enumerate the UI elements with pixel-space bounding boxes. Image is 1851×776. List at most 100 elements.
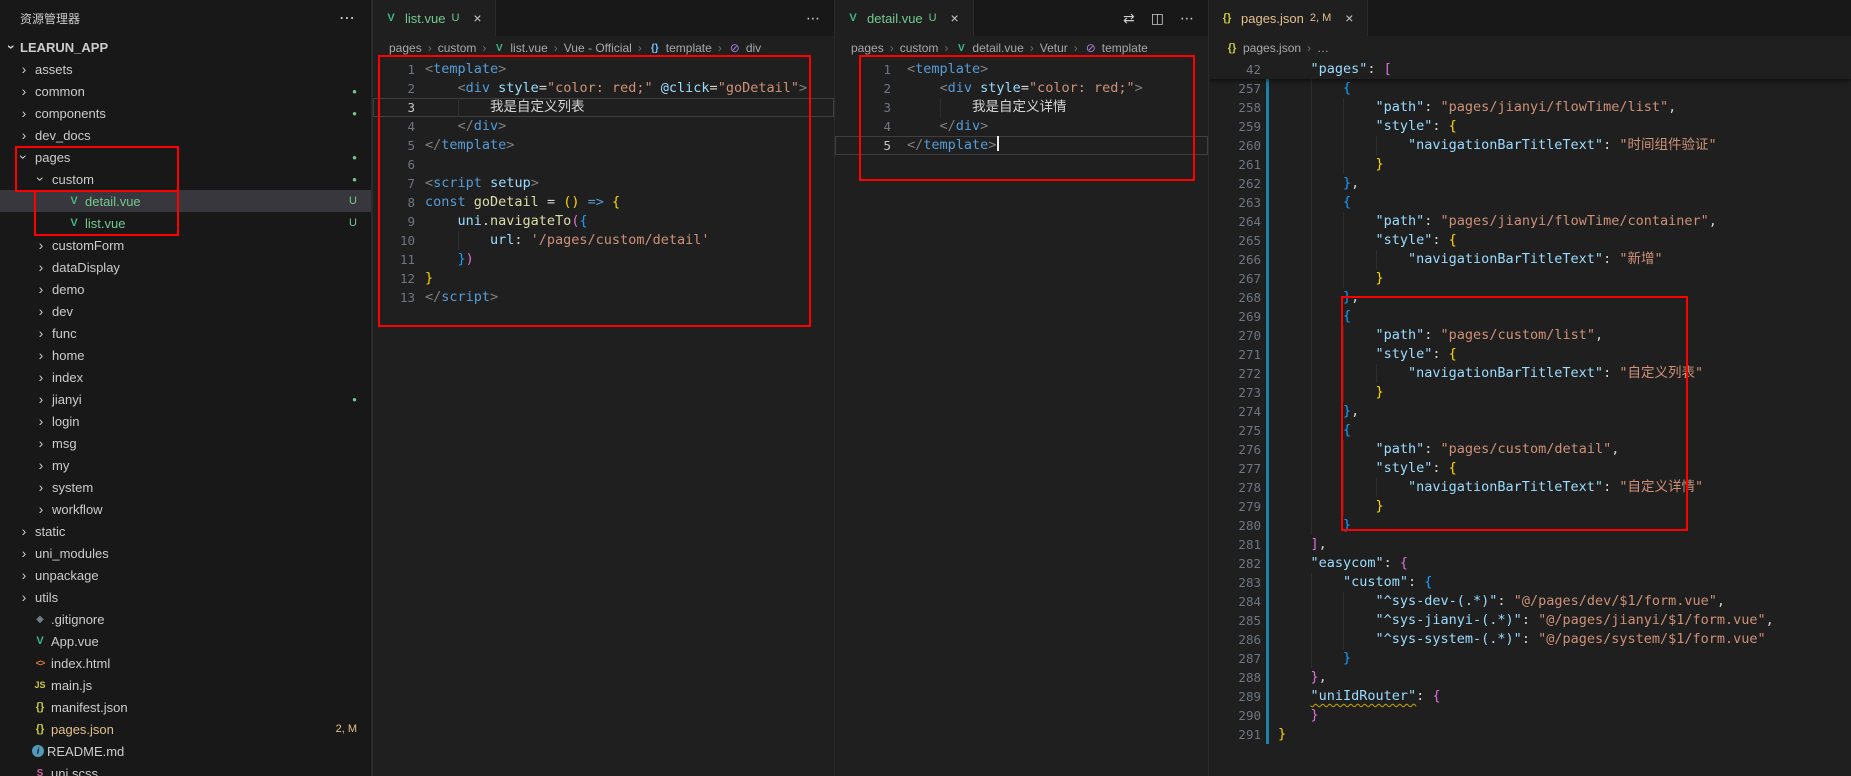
code-area[interactable]: 42"pages": [ 257{258"path": "pages/jiany… [1209, 60, 1851, 776]
code-line[interactable]: 291} [1209, 725, 1851, 744]
tree-file-pages-json[interactable]: {}pages.json2, M [0, 718, 371, 740]
tree-folder-func[interactable]: ›func [0, 322, 371, 344]
tree-folder-system[interactable]: ›system [0, 476, 371, 498]
code-line[interactable]: 275{ [1209, 421, 1851, 440]
breadcrumb-item[interactable]: custom [900, 41, 939, 55]
code-line[interactable]: 263{ [1209, 193, 1851, 212]
project-root-row[interactable]: › LEARUN_APP [0, 36, 371, 58]
code-line[interactable]: 276"path": "pages/custom/detail", [1209, 440, 1851, 459]
tree-file-readme-md[interactable]: iREADME.md [0, 740, 371, 762]
chevron-right-icon[interactable]: › [16, 105, 32, 121]
tree-folder-utils[interactable]: ›utils [0, 586, 371, 608]
tree-folder-assets[interactable]: ›assets [0, 58, 371, 80]
chevron-right-icon[interactable]: › [33, 259, 49, 275]
tree-file-manifest-json[interactable]: {}manifest.json [0, 696, 371, 718]
code-line[interactable]: 4</div> [835, 117, 1208, 136]
code-line[interactable]: 2<div style="color: red;"> [835, 79, 1208, 98]
code-line[interactable]: 270"path": "pages/custom/list", [1209, 326, 1851, 345]
tree-folder-jianyi[interactable]: ›jianyi● [0, 388, 371, 410]
code-line[interactable]: 262}, [1209, 174, 1851, 193]
close-icon[interactable]: × [469, 10, 485, 26]
chevron-right-icon[interactable]: › [33, 457, 49, 473]
code-line[interactable]: 259"style": { [1209, 117, 1851, 136]
tree-folder-msg[interactable]: ›msg [0, 432, 371, 454]
breadcrumb-item[interactable]: Vdetail.vue [954, 41, 1023, 55]
code-line[interactable]: 11}) [373, 250, 834, 269]
chevron-down-icon[interactable]: › [33, 171, 49, 187]
code-line[interactable]: 271"style": { [1209, 345, 1851, 364]
close-icon[interactable]: × [947, 10, 963, 26]
breadcrumb-item[interactable]: custom [438, 41, 477, 55]
tree-folder-components[interactable]: ›components● [0, 102, 371, 124]
tree-folder-dev[interactable]: ›dev [0, 300, 371, 322]
code-line[interactable]: 277"style": { [1209, 459, 1851, 478]
split-editor-icon[interactable]: ◫ [1151, 10, 1164, 27]
code-line[interactable]: 284"^sys-dev-(.*)": "@/pages/dev/$1/form… [1209, 592, 1851, 611]
more-actions-icon[interactable]: ⋯ [1180, 10, 1194, 27]
tree-file-main-js[interactable]: JSmain.js [0, 674, 371, 696]
code-line[interactable]: 279} [1209, 497, 1851, 516]
tree-folder-datadisplay[interactable]: ›dataDisplay [0, 256, 371, 278]
code-line[interactable]: 289"uniIdRouter": { [1209, 687, 1851, 706]
chevron-right-icon[interactable]: › [16, 83, 32, 99]
tree-folder-uni-modules[interactable]: ›uni_modules [0, 542, 371, 564]
chevron-right-icon[interactable]: › [33, 325, 49, 341]
code-line[interactable]: 274}, [1209, 402, 1851, 421]
breadcrumb-item[interactable]: … [1317, 41, 1329, 55]
code-line[interactable]: 281], [1209, 535, 1851, 554]
chevron-right-icon[interactable]: › [16, 61, 32, 77]
tree-folder-my[interactable]: ›my [0, 454, 371, 476]
code-line[interactable]: 273} [1209, 383, 1851, 402]
code-line[interactable]: 3我是自定义详情 [835, 98, 1208, 117]
tab-detail-vue[interactable]: V detail.vue U × [835, 0, 974, 36]
code-line[interactable]: 4</div> [373, 117, 834, 136]
more-actions-icon[interactable]: ⋯ [339, 8, 355, 28]
chevron-right-icon[interactable]: › [33, 237, 49, 253]
code-line[interactable]: 5</template> [835, 136, 1208, 155]
breadcrumb-item[interactable]: ⊘template [1084, 41, 1148, 55]
chevron-right-icon[interactable]: › [33, 479, 49, 495]
more-actions-icon[interactable]: ⋯ [806, 10, 820, 27]
tree-file-gitignore[interactable]: ◆.gitignore [0, 608, 371, 630]
breadcrumb-item[interactable]: {}template [648, 41, 712, 55]
code-line[interactable]: 268}, [1209, 288, 1851, 307]
open-changes-icon[interactable]: ⇄ [1123, 10, 1135, 27]
tree-file-index-html[interactable]: <>index.html [0, 652, 371, 674]
breadcrumb-item[interactable]: pages [851, 41, 884, 55]
code-line[interactable]: 266"navigationBarTitleText": "新增" [1209, 250, 1851, 269]
code-line[interactable]: 12} [373, 269, 834, 288]
tree-folder-dev-docs[interactable]: ›dev_docs [0, 124, 371, 146]
breadcrumb-item[interactable]: Vetur [1040, 41, 1068, 55]
code-line[interactable]: 288}, [1209, 668, 1851, 687]
code-line[interactable]: 7<script setup> [373, 174, 834, 193]
chevron-right-icon[interactable]: › [33, 281, 49, 297]
code-line[interactable]: 8const goDetail = () => { [373, 193, 834, 212]
code-line[interactable]: 257{ [1209, 79, 1851, 98]
code-line[interactable]: 283"custom": { [1209, 573, 1851, 592]
code-line[interactable]: 282"easycom": { [1209, 554, 1851, 573]
breadcrumb-item[interactable]: pages [389, 41, 422, 55]
tree-file-app-vue[interactable]: VApp.vue [0, 630, 371, 652]
tab-list-vue[interactable]: V list.vue U × [373, 0, 496, 36]
code-line[interactable]: 13</script> [373, 288, 834, 307]
code-line[interactable]: 287} [1209, 649, 1851, 668]
tree-file-list-vue[interactable]: Vlist.vueU [0, 212, 371, 234]
code-line[interactable]: 3我是自定义列表 [373, 98, 834, 117]
code-line[interactable]: 1<template> [835, 60, 1208, 79]
tree-folder-pages[interactable]: ›pages● [0, 146, 371, 168]
code-line[interactable]: 285"^sys-jianyi-(.*)": "@/pages/jianyi/$… [1209, 611, 1851, 630]
chevron-right-icon[interactable]: › [16, 523, 32, 539]
code-line[interactable]: 278"navigationBarTitleText": "自定义详情" [1209, 478, 1851, 497]
chevron-right-icon[interactable]: › [16, 545, 32, 561]
chevron-right-icon[interactable]: › [16, 567, 32, 583]
close-icon[interactable]: × [1341, 10, 1357, 26]
code-area[interactable]: 1<template>2<div style="color: red;" @cl… [373, 60, 834, 776]
tree-folder-workflow[interactable]: ›workflow [0, 498, 371, 520]
chevron-right-icon[interactable]: › [33, 501, 49, 517]
code-line[interactable]: 258"path": "pages/jianyi/flowTime/list", [1209, 98, 1851, 117]
tree-file-uni-scss[interactable]: Suni.scss [0, 762, 371, 776]
chevron-right-icon[interactable]: › [33, 413, 49, 429]
code-line[interactable]: 272"navigationBarTitleText": "自定义列表" [1209, 364, 1851, 383]
tree-folder-demo[interactable]: ›demo [0, 278, 371, 300]
tree-folder-index[interactable]: ›index [0, 366, 371, 388]
